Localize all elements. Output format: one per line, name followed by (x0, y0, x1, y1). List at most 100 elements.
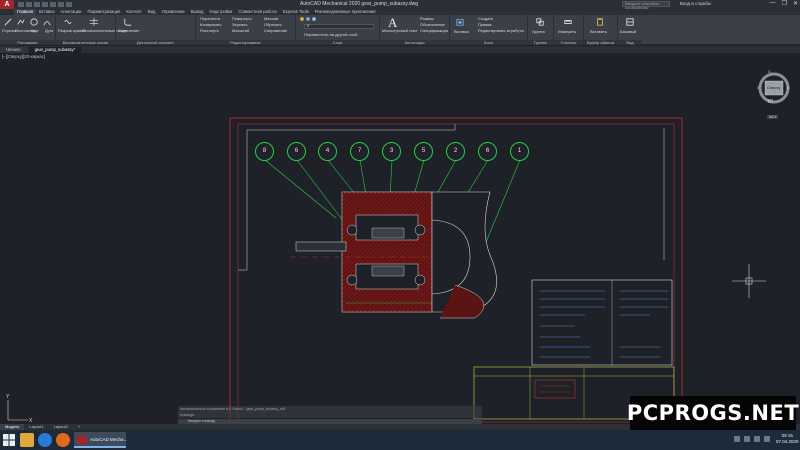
arc-icon[interactable] (43, 18, 51, 26)
balloon[interactable]: 1 (510, 142, 529, 161)
panel-title-utilities[interactable]: Утилиты (554, 40, 583, 45)
stretch-button[interactable]: Растянуть (200, 28, 219, 33)
create-block-button[interactable]: Создать (478, 16, 493, 21)
panel-draw: Отрезок Полилиния Круг Дуга Рисование (0, 15, 56, 45)
fillet-button[interactable]: Скругление (118, 28, 139, 33)
fillet-icon[interactable] (124, 18, 132, 26)
sign-in-button[interactable]: Вход в службы (680, 1, 711, 6)
viewcube-east[interactable]: В (787, 85, 790, 90)
panel-title-layers[interactable]: Слои (296, 40, 379, 45)
rotate-button[interactable]: Повернуть (232, 16, 252, 21)
language-icon[interactable] (764, 436, 770, 442)
paste-icon[interactable] (596, 18, 604, 26)
construction-lines-icon[interactable] (90, 18, 98, 26)
redo-icon[interactable] (66, 2, 72, 7)
viewcube-face-top[interactable]: Сверху (767, 85, 780, 90)
balloon[interactable]: 6 (478, 142, 497, 161)
ucs-icon: Y X (6, 394, 33, 423)
line-icon[interactable] (4, 18, 12, 26)
edit-block-button[interactable]: Правка (478, 22, 492, 27)
array-button[interactable]: Массив (264, 16, 278, 21)
save-as-icon[interactable] (42, 2, 48, 7)
base-view-button[interactable]: Базовый (620, 29, 636, 34)
save-icon[interactable] (34, 2, 40, 7)
search-input[interactable]: Введите ключевое слово/фразу (622, 1, 670, 10)
measure-button[interactable]: Измерить (558, 29, 576, 34)
viewcube-west[interactable]: З (757, 85, 759, 90)
title-bar: A AutoCAD Mechanical 2020 gear_pump_suba… (0, 0, 800, 10)
group-button[interactable]: Группа (532, 29, 545, 34)
paste-button[interactable]: Вставить (590, 29, 607, 34)
windows-start-icon[interactable] (3, 434, 15, 446)
viewport-controls[interactable]: [–][Сверху][2D-каркас] (2, 54, 45, 59)
windows-taskbar: AutoCAD Mecha... 09:15 07.04.2020 (0, 430, 800, 450)
panel-title-annotation[interactable]: Аннотации (380, 40, 449, 45)
panel-title-modify[interactable]: Редактирование (196, 40, 295, 45)
panel-title-draw[interactable]: Рисование (0, 40, 55, 45)
file-explorer-icon[interactable] (20, 433, 34, 447)
scale-button[interactable]: Масштаб (232, 28, 249, 33)
undo-icon[interactable] (58, 2, 64, 7)
panel-title-clipboard[interactable]: Буфер обмена (584, 40, 617, 45)
edit-attributes-button[interactable]: Редактировать атрибуты (478, 28, 524, 33)
drawing-canvas[interactable]: Y X 8 6 4 7 3 5 2 6 1 (0, 53, 800, 423)
base-view-icon[interactable] (626, 18, 634, 26)
panel-title-detail[interactable]: Детальный элемент (116, 40, 195, 45)
viewcube-north[interactable]: С (768, 69, 771, 74)
balloon[interactable]: 7 (350, 142, 369, 161)
taskbar-autocad-label: AutoCAD Mecha... (90, 437, 128, 442)
balloon[interactable]: 8 (255, 142, 274, 161)
layer-properties-icon[interactable] (300, 17, 304, 21)
maximize-button[interactable]: ❐ (782, 0, 787, 7)
firefox-icon[interactable] (56, 433, 70, 447)
copy-button[interactable]: Копировать (200, 22, 222, 27)
layer-dropdown[interactable]: 0 (304, 24, 374, 29)
panel-title-groups[interactable]: Группы (528, 40, 553, 45)
arc-button[interactable]: Дуга (45, 28, 53, 33)
circle-icon[interactable] (30, 18, 38, 26)
insert-button[interactable]: Вставка (454, 29, 469, 34)
wcs-menu[interactable]: МСК (767, 115, 779, 119)
dimension-button[interactable]: Размер (420, 16, 434, 21)
measure-icon[interactable] (564, 18, 572, 26)
break-curve-icon[interactable] (64, 18, 72, 26)
viewcube-south[interactable]: Ю (768, 99, 773, 105)
layer-state-icon[interactable] (306, 17, 310, 21)
circle-button[interactable]: Круг (31, 28, 39, 33)
mirror-button[interactable]: Зеркало (232, 22, 248, 27)
layer-freeze-icon[interactable] (312, 17, 316, 21)
window-title: AutoCAD Mechanical 2020 gear_pump_subass… (300, 1, 419, 7)
tray-chevron-icon[interactable] (734, 436, 740, 442)
print-icon[interactable] (50, 2, 56, 7)
symbol-button[interactable]: Обозначение (420, 22, 445, 27)
autocad-logo-icon[interactable]: A (0, 0, 14, 9)
drawing-svg: Y X (6, 72, 790, 423)
group-icon[interactable] (536, 18, 544, 26)
move-button[interactable]: Перенести (200, 16, 220, 21)
insert-block-icon[interactable] (456, 18, 464, 26)
balloon[interactable]: 4 (318, 142, 337, 161)
multiline-text-button[interactable]: Многострочный текст (382, 29, 418, 33)
parts-list-button[interactable]: Спецификация (420, 28, 448, 33)
panel-title-block[interactable]: Блок (450, 40, 527, 45)
balloon[interactable]: 6 (287, 142, 306, 161)
balloon[interactable]: 3 (382, 142, 401, 161)
fillet-modify-button[interactable]: Сопряжение (264, 28, 287, 33)
panel-annotation: A Многострочный текст Размер Обозначение… (380, 15, 450, 45)
polyline-icon[interactable] (17, 18, 25, 26)
balloon[interactable]: 5 (414, 142, 433, 161)
new-file-icon[interactable] (18, 2, 24, 7)
taskbar-clock[interactable]: 09:15 07.04.2020 (776, 433, 799, 445)
network-icon[interactable] (744, 436, 750, 442)
panel-title-construction[interactable]: Вспомогательные линии (56, 40, 115, 45)
open-file-icon[interactable] (26, 2, 32, 7)
trim-button[interactable]: Обрезать (264, 22, 282, 27)
panel-title-view[interactable]: Вид (618, 40, 642, 45)
browser-icon[interactable] (38, 433, 52, 447)
panel-detail: Скругление Детальный элемент (116, 15, 196, 45)
volume-icon[interactable] (754, 436, 760, 442)
minimize-button[interactable]: — (770, 0, 776, 7)
move-to-layer-button[interactable]: Переместить на другой слой (304, 32, 357, 37)
close-button[interactable]: ✕ (793, 0, 798, 7)
balloon[interactable]: 2 (446, 142, 465, 161)
